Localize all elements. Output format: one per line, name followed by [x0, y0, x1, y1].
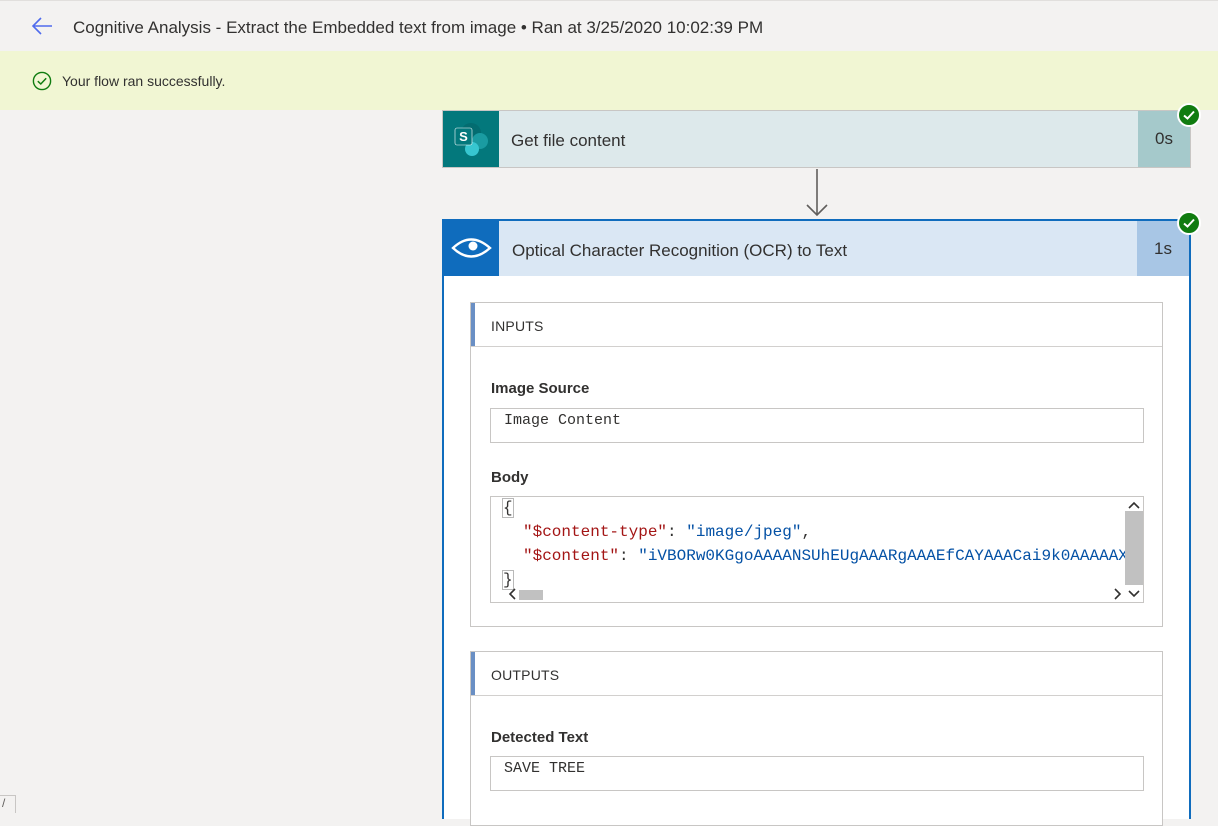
vertical-scrollbar[interactable]	[1125, 511, 1143, 585]
outputs-section: OUTPUTS Detected Text SAVE TREE	[470, 651, 1163, 826]
section-accent	[471, 652, 475, 695]
section-accent	[471, 303, 475, 346]
close-brace: }	[502, 570, 514, 590]
json-key: "$content"	[523, 547, 620, 565]
inputs-header[interactable]: INPUTS	[471, 303, 1162, 347]
body-code-viewer[interactable]: { "$content-type": "image/jpeg", "$conte…	[490, 496, 1144, 603]
image-source-label: Image Source	[491, 380, 590, 397]
check-circle-icon	[32, 71, 52, 91]
connector-arrow-icon	[806, 169, 828, 217]
outputs-header[interactable]: OUTPUTS	[471, 652, 1162, 696]
corner-indicator: /	[0, 795, 16, 813]
image-source-field[interactable]: Image Content	[490, 408, 1144, 443]
outputs-title: OUTPUTS	[491, 667, 560, 683]
body-label: Body	[491, 469, 529, 486]
step-title: Optical Character Recognition (OCR) to T…	[512, 241, 848, 260]
scroll-down-icon[interactable]	[1128, 589, 1140, 599]
inputs-title: INPUTS	[491, 318, 544, 334]
back-arrow-icon[interactable]	[30, 15, 54, 37]
scroll-right-icon[interactable]	[1113, 588, 1123, 600]
detected-text-field[interactable]: SAVE TREE	[490, 756, 1144, 791]
success-check-icon	[1177, 211, 1201, 235]
step-title: Get file content	[511, 131, 626, 150]
inputs-section: INPUTS Image Source Image Content Body {…	[470, 302, 1163, 627]
json-value: "iVBORw0KGgoAAAANSUhEUgAAARgAAAEfCAYAAAC…	[638, 547, 1144, 565]
open-brace: {	[502, 498, 514, 518]
success-banner: Your flow ran successfully.	[0, 51, 1218, 110]
step-card-get-file-content[interactable]: S Get file content 0s	[442, 110, 1191, 168]
step-header[interactable]: Optical Character Recognition (OCR) to T…	[444, 221, 1189, 276]
eye-icon	[444, 221, 499, 276]
scroll-up-icon[interactable]	[1128, 500, 1140, 510]
json-value: "image/jpeg"	[686, 523, 802, 541]
sharepoint-icon: S	[443, 111, 499, 167]
scroll-left-icon[interactable]	[507, 588, 517, 600]
success-check-icon	[1177, 103, 1201, 127]
page-title: Cognitive Analysis - Extract the Embedde…	[73, 18, 764, 37]
svg-text:S: S	[459, 129, 468, 144]
json-key: "$content-type"	[523, 523, 668, 541]
success-message: Your flow ran successfully.	[62, 73, 226, 89]
step-card-ocr[interactable]: Optical Character Recognition (OCR) to T…	[442, 219, 1191, 826]
header-bar: Cognitive Analysis - Extract the Embedde…	[0, 0, 1218, 51]
horizontal-scrollbar[interactable]	[519, 590, 543, 600]
detected-text-label: Detected Text	[491, 729, 589, 746]
